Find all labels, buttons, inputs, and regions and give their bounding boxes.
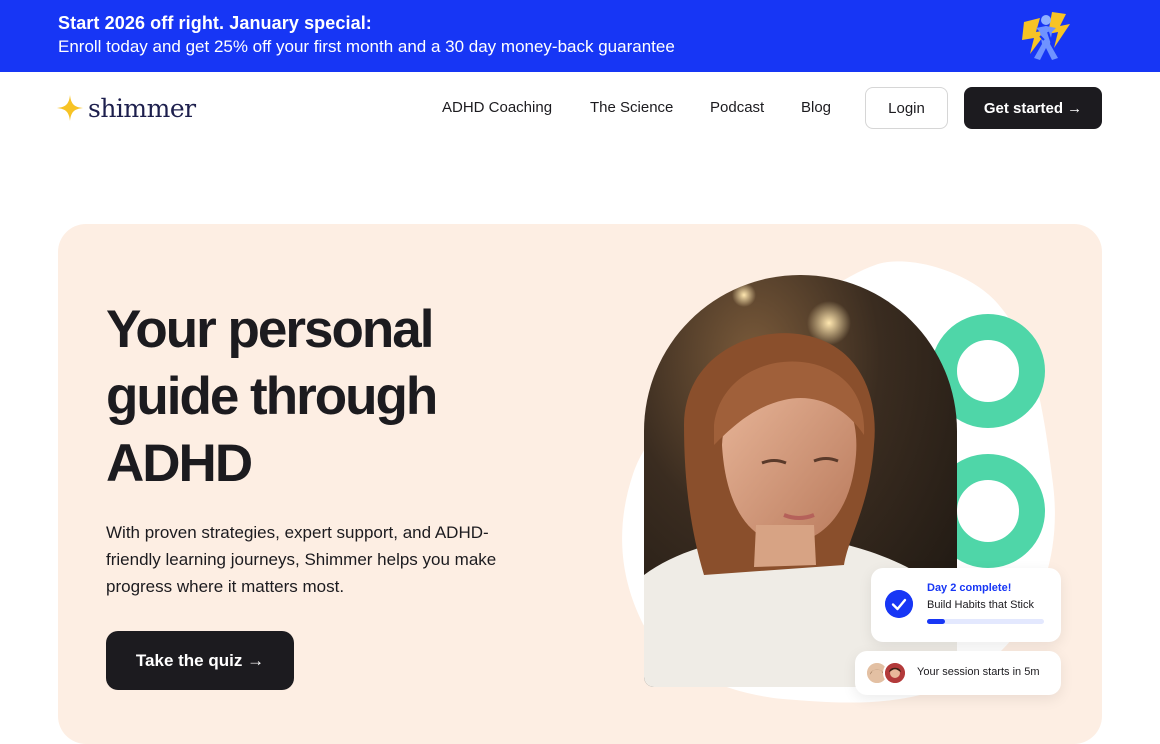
take-quiz-button[interactable]: Take the quiz → (106, 631, 294, 690)
celebrating-figure-lightning-icon (1022, 12, 1070, 60)
checkmark-icon (885, 590, 913, 618)
nav-link-blog[interactable]: Blog (801, 99, 831, 116)
user-avatar (883, 661, 907, 685)
progress-bar-fill (927, 619, 945, 624)
progress-card-title: Day 2 complete! (927, 582, 1012, 594)
promo-banner: Start 2026 off right. January special: E… (0, 0, 1160, 72)
progress-card-subtitle: Build Habits that Stick (927, 599, 1034, 611)
nav-link-podcast[interactable]: Podcast (710, 99, 764, 116)
hero-title: Your personal guide through ADHD (106, 300, 438, 493)
sparkle-icon (57, 95, 83, 121)
get-started-button[interactable]: Get started → (964, 87, 1102, 129)
nav-link-adhd-coaching[interactable]: ADHD Coaching (442, 99, 552, 116)
hero-description: With proven strategies, expert support, … (106, 523, 497, 596)
session-card: Your session starts in 5m (855, 651, 1061, 695)
promo-title: Start 2026 off right. January special: (58, 13, 372, 33)
progress-bar (927, 619, 1044, 624)
hero-section: Your personal guide through ADHD With pr… (58, 224, 1102, 744)
session-card-text: Your session starts in 5m (917, 666, 1040, 678)
progress-card: Day 2 complete! Build Habits that Stick (871, 568, 1061, 642)
login-button[interactable]: Login (865, 87, 948, 129)
shimmer-logo[interactable]: shimmer (56, 92, 196, 124)
top-nav: shimmer ADHD Coaching The Science Podcas… (0, 72, 1160, 144)
logo-text: shimmer (88, 93, 196, 123)
promo-subtitle: Enroll today and get 25% off your first … (58, 37, 675, 56)
nav-link-the-science[interactable]: The Science (590, 99, 673, 116)
